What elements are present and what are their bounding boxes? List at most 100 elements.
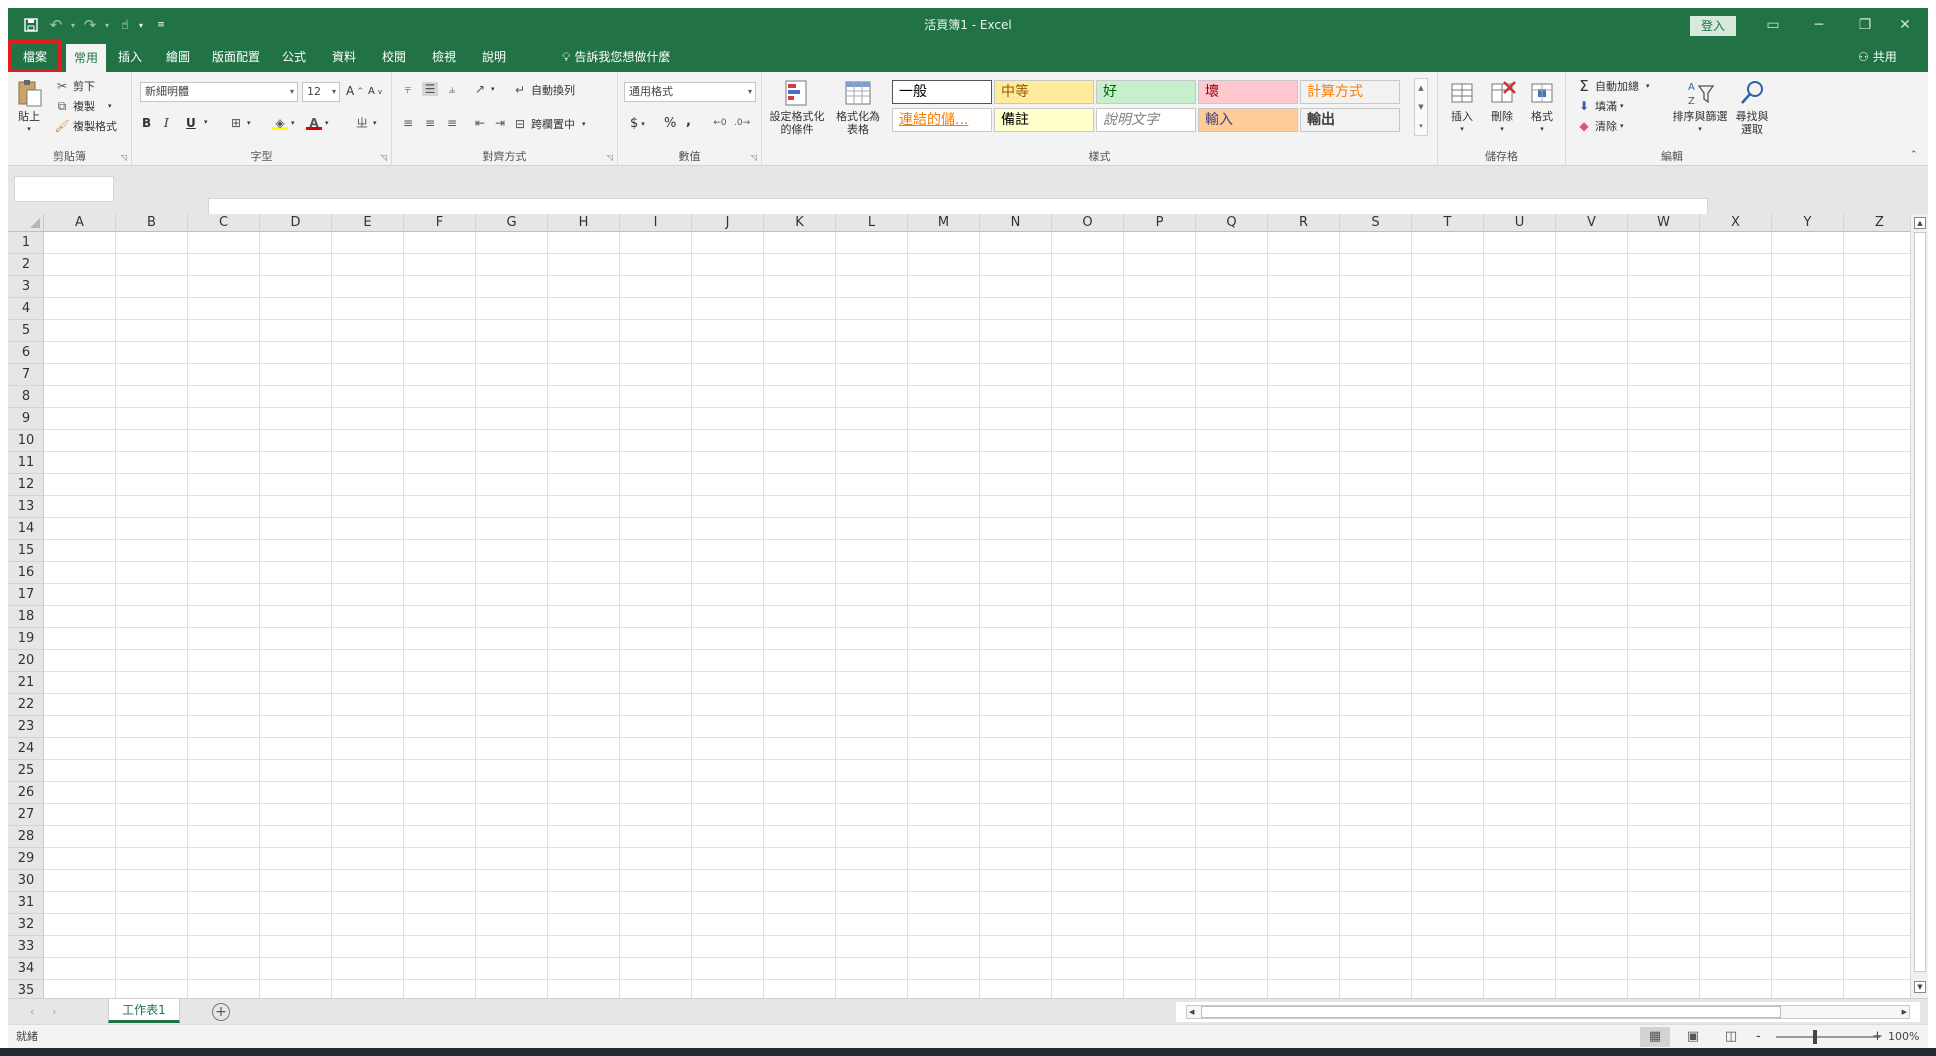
column-header[interactable]: X [1700,214,1772,232]
row-header[interactable]: 30 [8,870,44,892]
minimize-button[interactable]: ─ [1796,8,1842,42]
fill-color-button[interactable]: ◈ ▾ [272,116,295,130]
style-note[interactable]: 備註 [994,108,1094,132]
horizontal-scrollbar[interactable]: ◀ ▶ [1186,1005,1910,1019]
row-header[interactable]: 9 [8,408,44,430]
comma-button[interactable]: , [686,114,691,129]
row-header[interactable]: 15 [8,540,44,562]
style-linked-cell[interactable]: 連結的儲... [892,108,992,132]
column-header[interactable]: Y [1772,214,1844,232]
percent-button[interactable]: % [664,116,676,131]
row-header[interactable]: 21 [8,672,44,694]
column-header[interactable]: Z [1844,214,1916,232]
align-left-icon[interactable]: ≡ [400,116,416,130]
tell-me-search[interactable]: 💡︎ 告訴我您想做什麼 [562,42,670,72]
row-header[interactable]: 28 [8,826,44,848]
column-header[interactable]: C [188,214,260,232]
style-input[interactable]: 輸入 [1198,108,1298,132]
column-header[interactable]: K [764,214,836,232]
currency-button[interactable]: $ ▾ [630,116,645,131]
tab-file[interactable]: 檔案 [8,40,62,74]
align-bottom-icon[interactable]: ⫨ [444,82,460,96]
tab-page-layout[interactable]: 版面配置 [204,42,268,72]
increase-font-size-button[interactable]: A ^ [346,84,363,98]
ribbon-display-options-icon[interactable]: ▭ [1750,8,1796,42]
format-painter-button[interactable]: 🖌︎ 複製格式 [54,118,117,134]
column-header[interactable]: N [980,214,1052,232]
bold-button[interactable]: B [142,116,151,130]
row-header[interactable]: 2 [8,254,44,276]
tab-review[interactable]: 校閱 [374,42,414,72]
column-header[interactable]: D [260,214,332,232]
column-header[interactable]: L [836,214,908,232]
column-header[interactable]: I [620,214,692,232]
row-header[interactable]: 3 [8,276,44,298]
find-select-button[interactable]: 尋找與選取 [1732,78,1772,136]
formula-bar[interactable] [208,198,1708,214]
column-header[interactable]: J [692,214,764,232]
styles-gallery-scroll[interactable]: ▲ ▼ ▾ [1414,78,1428,136]
row-header[interactable]: 13 [8,496,44,518]
format-cells-button[interactable]: 格式 ▾ [1524,78,1560,136]
font-launcher-icon[interactable]: ◹ [381,153,387,162]
column-header[interactable]: T [1412,214,1484,232]
sign-in-button[interactable]: 登入 [1690,16,1736,36]
clipboard-launcher-icon[interactable]: ◹ [121,153,127,162]
row-header[interactable]: 32 [8,914,44,936]
align-center-icon[interactable]: ≡ [422,116,438,130]
scroll-down-icon[interactable]: ▼ [1914,981,1926,993]
row-header[interactable]: 6 [8,342,44,364]
share-button[interactable]: ⚇ 共用 [1858,42,1897,72]
row-header[interactable]: 11 [8,452,44,474]
tab-insert[interactable]: 插入 [110,42,150,72]
horizontal-scroll-thumb[interactable] [1201,1006,1781,1018]
paste-button[interactable]: 貼上 ▾ [14,78,44,136]
merge-center-button[interactable]: ⊟ 跨欄置中 ▾ [512,116,586,132]
column-header[interactable]: A [44,214,116,232]
row-header[interactable]: 16 [8,562,44,584]
customize-qat-icon[interactable]: ≡ [154,15,168,35]
style-calculation[interactable]: 計算方式 [1300,80,1400,104]
page-layout-view-icon[interactable]: ▣ [1678,1027,1708,1047]
row-header[interactable]: 27 [8,804,44,826]
cell-area[interactable] [44,232,1910,998]
number-launcher-icon[interactable]: ◹ [751,153,757,162]
decrease-decimal-icon[interactable]: .0→ [734,116,750,130]
column-header[interactable]: B [116,214,188,232]
decrease-indent-icon[interactable]: ⇤ [472,116,488,130]
row-header[interactable]: 25 [8,760,44,782]
increase-indent-icon[interactable]: ⇥ [492,116,508,130]
collapse-ribbon-icon[interactable]: ⌃ [1910,150,1918,160]
row-header[interactable]: 29 [8,848,44,870]
column-header[interactable]: G [476,214,548,232]
row-header[interactable]: 34 [8,958,44,980]
delete-cells-button[interactable]: 刪除 ▾ [1484,78,1520,136]
wrap-text-button[interactable]: ↵ 自動換列 [512,82,575,98]
row-header[interactable]: 19 [8,628,44,650]
sort-filter-button[interactable]: AZ 排序與篩選 ▾ [1670,78,1730,136]
style-explanatory[interactable]: 說明文字 [1096,108,1196,132]
page-break-view-icon[interactable]: ◫ [1716,1027,1746,1047]
row-header[interactable]: 35 [8,980,44,998]
font-name-select[interactable]: 新細明體 ▾ [140,82,298,102]
row-header[interactable]: 20 [8,650,44,672]
underline-dropdown-icon[interactable]: ▾ [204,118,208,126]
row-header[interactable]: 5 [8,320,44,342]
zoom-level[interactable]: 100% [1888,1025,1919,1049]
scroll-left-icon[interactable]: ◀ [1189,1006,1194,1018]
underline-button[interactable]: U [186,116,196,130]
column-header[interactable]: F [404,214,476,232]
tab-data[interactable]: 資料 [324,42,364,72]
normal-view-icon[interactable]: ▦ [1640,1027,1670,1047]
tab-draw[interactable]: 繪圖 [158,42,198,72]
italic-button[interactable]: I [164,116,169,130]
vertical-scroll-thumb[interactable] [1914,232,1926,972]
column-header[interactable]: M [908,214,980,232]
align-middle-icon[interactable]: ☰ [422,82,438,96]
copy-button[interactable]: ⧉ 複製 ▾ [54,98,112,114]
row-header[interactable]: 4 [8,298,44,320]
row-header[interactable]: 26 [8,782,44,804]
row-header[interactable]: 17 [8,584,44,606]
column-header[interactable]: R [1268,214,1340,232]
scroll-up-icon[interactable]: ▲ [1914,217,1926,229]
